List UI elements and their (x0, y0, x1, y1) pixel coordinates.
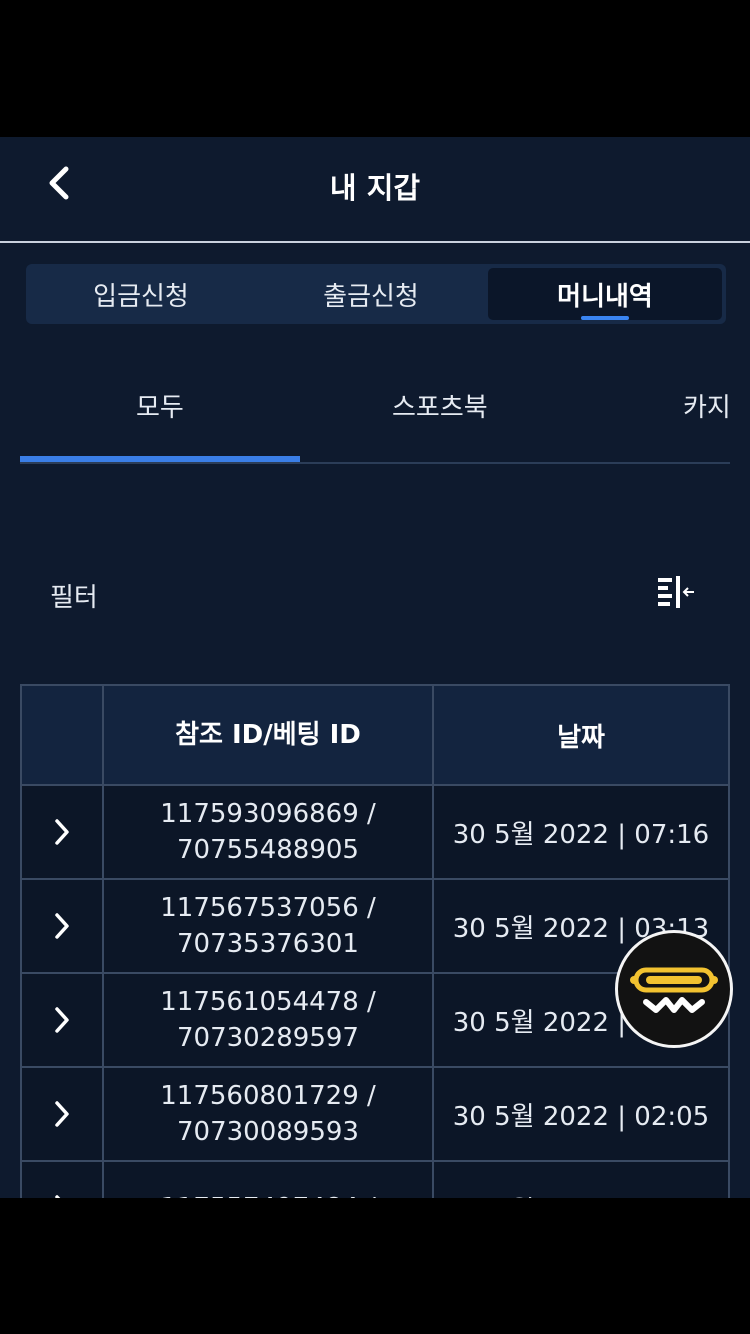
date-cell: 30 5월 2022 | 07:16 (432, 786, 728, 878)
chevron-right-icon (55, 819, 69, 845)
history-tabs: 모두 스포츠북 카지노 (20, 367, 730, 464)
reference-id: 117593096869 / (160, 799, 376, 829)
history-table: 참조 ID/베팅 ID 날짜 117593096869 / 7075548890… (20, 684, 730, 1198)
table-row[interactable]: 117557497484 / 30 5월 2022 | 01:45 (22, 1160, 728, 1198)
status-bar-area (0, 0, 750, 137)
header-cell-reference-id: 참조 ID/베팅 ID (102, 686, 432, 784)
bet-id: 70730289597 (177, 1023, 359, 1053)
header-cell-expand (22, 686, 102, 784)
row-expand-button[interactable] (22, 1068, 102, 1160)
filter-collapse-icon (658, 576, 694, 608)
table-row[interactable]: 117593096869 / 70755488905 30 5월 2022 | … (22, 784, 728, 878)
chevron-right-icon (55, 1101, 69, 1127)
header-cell-date: 날짜 (432, 686, 728, 784)
row-expand-button[interactable] (22, 786, 102, 878)
date-cell: 30 5월 2022 | 01:45 (432, 1162, 728, 1198)
reference-id-cell: 117560801729 / 70730089593 (102, 1068, 432, 1160)
filter-label: 필터 (50, 583, 98, 613)
page-title: 내 지갑 (329, 171, 421, 205)
segment-deposit-request[interactable]: 입금신청 (26, 264, 256, 324)
segment-active-indicator (581, 316, 629, 320)
tab-all[interactable]: 모두 (136, 387, 184, 424)
row-expand-button[interactable] (22, 880, 102, 972)
filter-button[interactable] (652, 572, 698, 612)
segment-money-history[interactable]: 머니내역 (488, 268, 722, 320)
row-expand-button[interactable] (22, 1162, 102, 1198)
table-row[interactable]: 117567537056 / 70735376301 30 5월 2022 | … (22, 878, 728, 972)
reference-id: 117561054478 / (160, 987, 376, 1017)
bet-id: 70755488905 (177, 835, 359, 865)
row-expand-button[interactable] (22, 974, 102, 1066)
chat-support-button[interactable] (615, 930, 733, 1048)
segment-withdraw-request[interactable]: 출금신청 (256, 264, 486, 324)
bet-id: 70730089593 (177, 1117, 359, 1147)
table-row[interactable]: 117560801729 / 70730089593 30 5월 2022 | … (22, 1066, 728, 1160)
navigation-bar-area (0, 1198, 750, 1334)
wallet-screen: 내 지갑 입금신청 출금신청 머니내역 모두 스포츠북 카지노 필터 참조 ID… (0, 137, 750, 1198)
reference-id: 117560801729 / (160, 1081, 376, 1111)
reference-id: 117567537056 / (160, 893, 376, 923)
reference-id-cell: 117567537056 / 70735376301 (102, 880, 432, 972)
chevron-right-icon (55, 913, 69, 939)
tab-casino[interactable]: 카지노 (683, 387, 730, 424)
tab-sportsbook[interactable]: 스포츠북 (392, 387, 488, 424)
tab-active-indicator (20, 456, 300, 462)
app-header: 내 지갑 (0, 137, 750, 243)
chevron-right-icon (55, 1007, 69, 1033)
bet-id: 70735376301 (177, 929, 359, 959)
reference-id: 117557497484 / (160, 1190, 376, 1198)
reference-id-cell: 117561054478 / 70730289597 (102, 974, 432, 1066)
reference-id-cell: 117593096869 / 70755488905 (102, 786, 432, 878)
date-cell: 30 5월 2022 | 02:05 (432, 1068, 728, 1160)
reference-id-cell: 117557497484 / (102, 1162, 432, 1198)
table-header-row: 참조 ID/베팅 ID 날짜 (22, 686, 728, 784)
wallet-segment-control: 입금신청 출금신청 머니내역 (26, 264, 726, 324)
segment-money-history-label: 머니내역 (557, 281, 653, 312)
chat-mascot-icon (630, 967, 718, 1013)
